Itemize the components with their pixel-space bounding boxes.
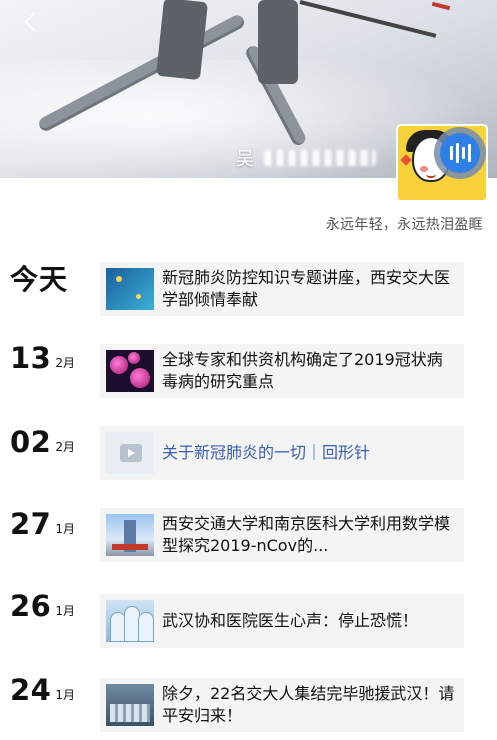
banner-shape (112, 544, 148, 550)
campus-thumbnail-icon (106, 514, 154, 556)
play-icon (120, 444, 142, 462)
floating-app-badge-icon[interactable] (434, 127, 486, 179)
crowd-shape (110, 704, 150, 722)
ski-boot-left (156, 0, 208, 81)
post-card[interactable]: 武汉协和医院医生心声：停止恐慌！ (100, 594, 464, 648)
virus-thumbnail-icon (106, 350, 154, 392)
post-month: 2月 (55, 440, 75, 454)
doctors-thumbnail-icon (106, 600, 154, 642)
virus-particle (110, 356, 128, 374)
lecture-thumbnail-icon (106, 268, 154, 310)
badge-bar (449, 146, 453, 160)
badge-inner (440, 133, 480, 173)
post-month: 2月 (55, 356, 75, 370)
post-day: 02 (10, 425, 52, 459)
ski-pole (299, 0, 437, 38)
post-title: 西安交通大学和南京医科大学利用数学模型探究2019-nCov的... (162, 513, 458, 557)
post-month: 1月 (55, 688, 75, 702)
post-title-text: 关于新冠肺炎的一切｜回形针 (162, 443, 371, 462)
post-title: 新冠肺炎防控知识专题讲座，西安交大医学部倾情奉献 (162, 267, 458, 311)
profile-name-obscured (264, 150, 376, 166)
post-title-text: 西安交通大学和南京医科大学利用数学模型探究2019-nCov的... (162, 514, 451, 555)
post-title: 武汉协和医院医生心声：停止恐慌！ (162, 610, 458, 632)
post-month: 1月 (55, 604, 75, 618)
thumb-dot (116, 276, 122, 282)
post-title: 全球专家和供资机构确定了2019冠状病毒病的研究重点 (162, 349, 458, 393)
video-thumbnail-icon (106, 432, 154, 474)
post-date: 今天 (10, 266, 68, 294)
post-card[interactable]: 除夕，22名交大人集结完毕驰援武汉！请平安归来！ (100, 678, 464, 732)
post-card[interactable]: 新冠肺炎防控知识专题讲座，西安交大医学部倾情奉献 (100, 262, 464, 316)
post-title-text: 武汉协和医院医生心声：停止恐慌！ (162, 611, 419, 630)
profile-name-text: 吴 (236, 149, 254, 170)
badge-bar (467, 144, 471, 162)
virus-particle (128, 352, 140, 364)
post-title-text: 全球专家和供资机构确定了2019冠状病毒病的研究重点 (162, 350, 443, 391)
virus-particle (130, 368, 150, 388)
post-title: 除夕，22名交大人集结完毕驰援武汉！请平安归来！ (162, 683, 458, 727)
post-date: 24 1月 (10, 676, 75, 705)
post-date: 13 2月 (10, 344, 75, 373)
post-day: 27 (10, 507, 52, 541)
ski-pole-tip (431, 1, 451, 11)
post-date: 02 2月 (10, 428, 75, 457)
post-title: 关于新冠肺炎的一切｜回形针 (162, 442, 458, 464)
post-date: 27 1月 (10, 510, 75, 539)
post-card[interactable]: 西安交通大学和南京医科大学利用数学模型探究2019-nCov的... (100, 508, 464, 562)
post-day: 24 (10, 673, 52, 707)
post-month: 1月 (55, 522, 75, 536)
post-day: 13 (10, 341, 52, 375)
profile-signature: 永远年轻，永远热泪盈眶 (325, 217, 483, 233)
post-card[interactable]: 全球专家和供资机构确定了2019冠状病毒病的研究重点 (100, 344, 464, 398)
badge-bar (455, 143, 459, 163)
ski-boot-right (258, 0, 298, 84)
post-date: 26 1月 (10, 592, 75, 621)
heart-icon (400, 154, 412, 166)
back-arrow-icon[interactable] (18, 8, 46, 36)
profile-name: 吴 (236, 145, 376, 171)
post-title-text: 新冠肺炎防控知识专题讲座，西安交大医学部倾情奉献 (162, 268, 451, 309)
team-thumbnail-icon (106, 684, 154, 726)
post-day: 26 (10, 589, 52, 623)
doctor-figure (138, 612, 154, 642)
thumb-dot (136, 294, 141, 299)
post-card[interactable]: 关于新冠肺炎的一切｜回形针 (100, 426, 464, 480)
post-day: 今天 (10, 263, 69, 296)
badge-bar (461, 147, 465, 159)
avatar-cheek (420, 166, 428, 172)
post-title-text: 除夕，22名交大人集结完毕驰援武汉！请平安归来！ (162, 684, 455, 725)
